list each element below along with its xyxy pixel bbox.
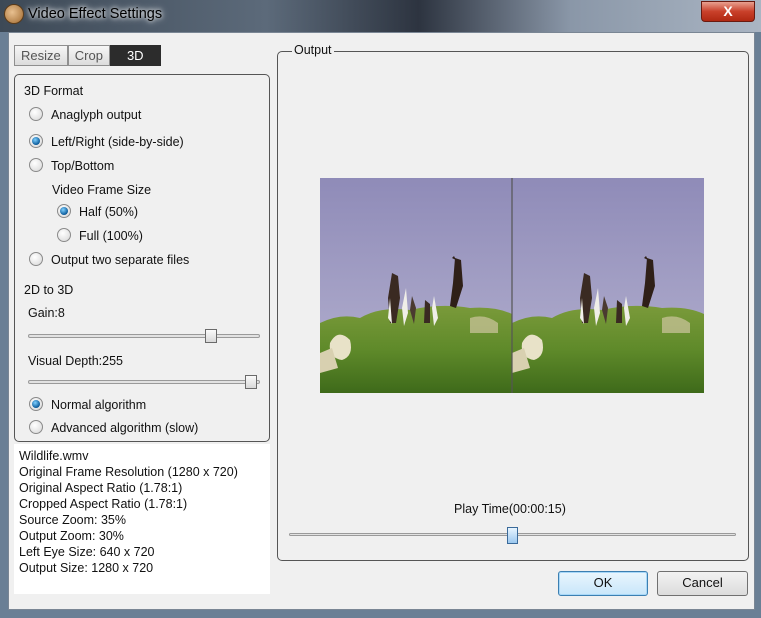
half-label[interactable]: Half (50%) bbox=[79, 205, 138, 219]
info-original-aspect: Original Aspect Ratio (1.78:1) bbox=[19, 481, 183, 495]
tab-crop[interactable]: Crop bbox=[67, 45, 110, 66]
left-right-label[interactable]: Left/Right (side-by-side) bbox=[51, 135, 184, 149]
info-original-resolution: Original Frame Resolution (1280 x 720) bbox=[19, 465, 238, 479]
depth-slider-thumb[interactable] bbox=[245, 375, 257, 389]
format-heading: 3D Format bbox=[24, 84, 84, 98]
info-source-zoom: Source Zoom: 35% bbox=[19, 513, 126, 527]
play-time-slider-thumb[interactable] bbox=[507, 527, 518, 544]
info-output-zoom: Output Zoom: 30% bbox=[19, 529, 124, 543]
half-radio[interactable] bbox=[57, 204, 71, 218]
info-left-eye-size: Left Eye Size: 640 x 720 bbox=[19, 545, 155, 559]
advanced-algorithm-radio[interactable] bbox=[29, 420, 43, 434]
cancel-button[interactable]: Cancel bbox=[657, 571, 748, 596]
ok-button[interactable]: OK bbox=[558, 571, 648, 596]
conversion-heading: 2D to 3D bbox=[24, 283, 74, 297]
gain-label: Gain:8 bbox=[28, 306, 65, 320]
file-info-box: Wildlife.wmv Original Frame Resolution (… bbox=[14, 444, 270, 594]
close-button[interactable]: X bbox=[701, 1, 755, 22]
title-bar: Video Effect Settings X bbox=[0, 0, 761, 32]
normal-algorithm-radio[interactable] bbox=[29, 397, 43, 411]
anaglyph-radio[interactable] bbox=[29, 107, 43, 121]
depth-label: Visual Depth:255 bbox=[28, 354, 123, 368]
full-radio[interactable] bbox=[57, 228, 71, 242]
tab-resize[interactable]: Resize bbox=[14, 45, 68, 66]
info-cropped-aspect: Cropped Aspect Ratio (1.78:1) bbox=[19, 497, 188, 511]
separate-files-radio[interactable] bbox=[29, 252, 43, 266]
gain-slider-track[interactable] bbox=[28, 334, 260, 338]
info-filename: Wildlife.wmv bbox=[19, 449, 89, 463]
top-bottom-label[interactable]: Top/Bottom bbox=[51, 159, 114, 173]
window-title: Video Effect Settings bbox=[28, 6, 163, 22]
frame-size-heading: Video Frame Size bbox=[52, 183, 152, 197]
top-bottom-radio[interactable] bbox=[29, 158, 43, 172]
full-label[interactable]: Full (100%) bbox=[79, 229, 143, 243]
advanced-algorithm-label[interactable]: Advanced algorithm (slow) bbox=[51, 421, 198, 435]
video-preview bbox=[320, 178, 704, 393]
app-icon bbox=[4, 4, 24, 24]
left-right-radio[interactable] bbox=[29, 134, 43, 148]
tab-3d[interactable]: 3D bbox=[109, 45, 161, 66]
preview-image bbox=[320, 178, 704, 393]
gain-slider-thumb[interactable] bbox=[205, 329, 217, 343]
info-output-size: Output Size: 1280 x 720 bbox=[19, 561, 154, 575]
dialog-body: Resize Crop 3D 3D Format Anaglyph output… bbox=[8, 32, 755, 610]
normal-algorithm-label[interactable]: Normal algorithm bbox=[51, 398, 146, 412]
output-legend: Output bbox=[292, 43, 334, 57]
separate-files-label[interactable]: Output two separate files bbox=[51, 253, 189, 267]
anaglyph-label[interactable]: Anaglyph output bbox=[51, 108, 141, 122]
tab-strip: Resize Crop 3D bbox=[14, 45, 161, 67]
play-time-label: Play Time(00:00:15) bbox=[454, 502, 566, 516]
depth-slider-track[interactable] bbox=[28, 380, 260, 384]
